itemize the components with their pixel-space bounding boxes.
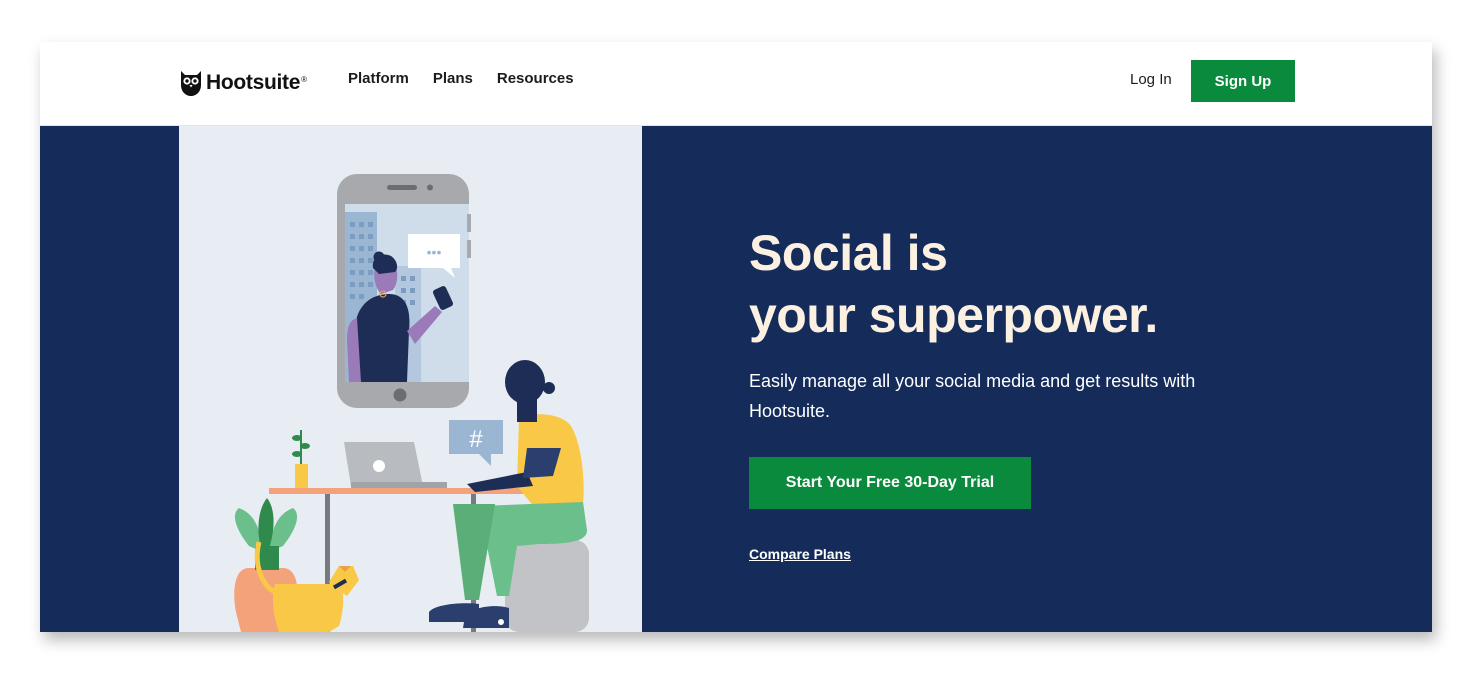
hero-headline: Social is your superpower.: [749, 222, 1269, 346]
page-frame: Hootsuite ® Platform Plans Resources Log…: [40, 42, 1432, 632]
owl-logo-icon: [181, 71, 201, 96]
login-link[interactable]: Log In: [1130, 71, 1172, 88]
signup-button[interactable]: Sign Up: [1191, 60, 1295, 102]
laptop-graphic: [344, 442, 447, 488]
start-trial-button[interactable]: Start Your Free 30-Day Trial: [749, 457, 1031, 509]
phone-graphic: [337, 174, 471, 408]
illustration-svg: ••• #: [234, 174, 589, 632]
main-nav: Platform Plans Resources: [348, 70, 574, 87]
chat-dots: •••: [427, 244, 442, 260]
nav-resources[interactable]: Resources: [497, 70, 574, 87]
registered-mark: ®: [301, 74, 308, 84]
hashtag-text: #: [469, 426, 483, 453]
hero-section: ••• # Social is your superpower. Easily …: [40, 126, 1432, 632]
hashtag-bubble-icon: #: [449, 420, 503, 466]
hootsuite-logo[interactable]: Hootsuite ®: [180, 68, 307, 98]
compare-plans-link[interactable]: Compare Plans: [749, 546, 851, 562]
hero-subtext: Easily manage all your social media and …: [749, 371, 1196, 421]
headline-line-2: your superpower.: [749, 287, 1158, 343]
nav-plans[interactable]: Plans: [433, 70, 473, 87]
logo-text: Hootsuite: [206, 71, 301, 94]
hero-illustration: ••• #: [179, 126, 642, 632]
site-header: Hootsuite ® Platform Plans Resources Log…: [40, 42, 1432, 126]
nav-platform[interactable]: Platform: [348, 70, 409, 87]
headline-line-1: Social is: [749, 225, 948, 281]
hero-content: Social is your superpower. Easily manage…: [749, 222, 1269, 564]
